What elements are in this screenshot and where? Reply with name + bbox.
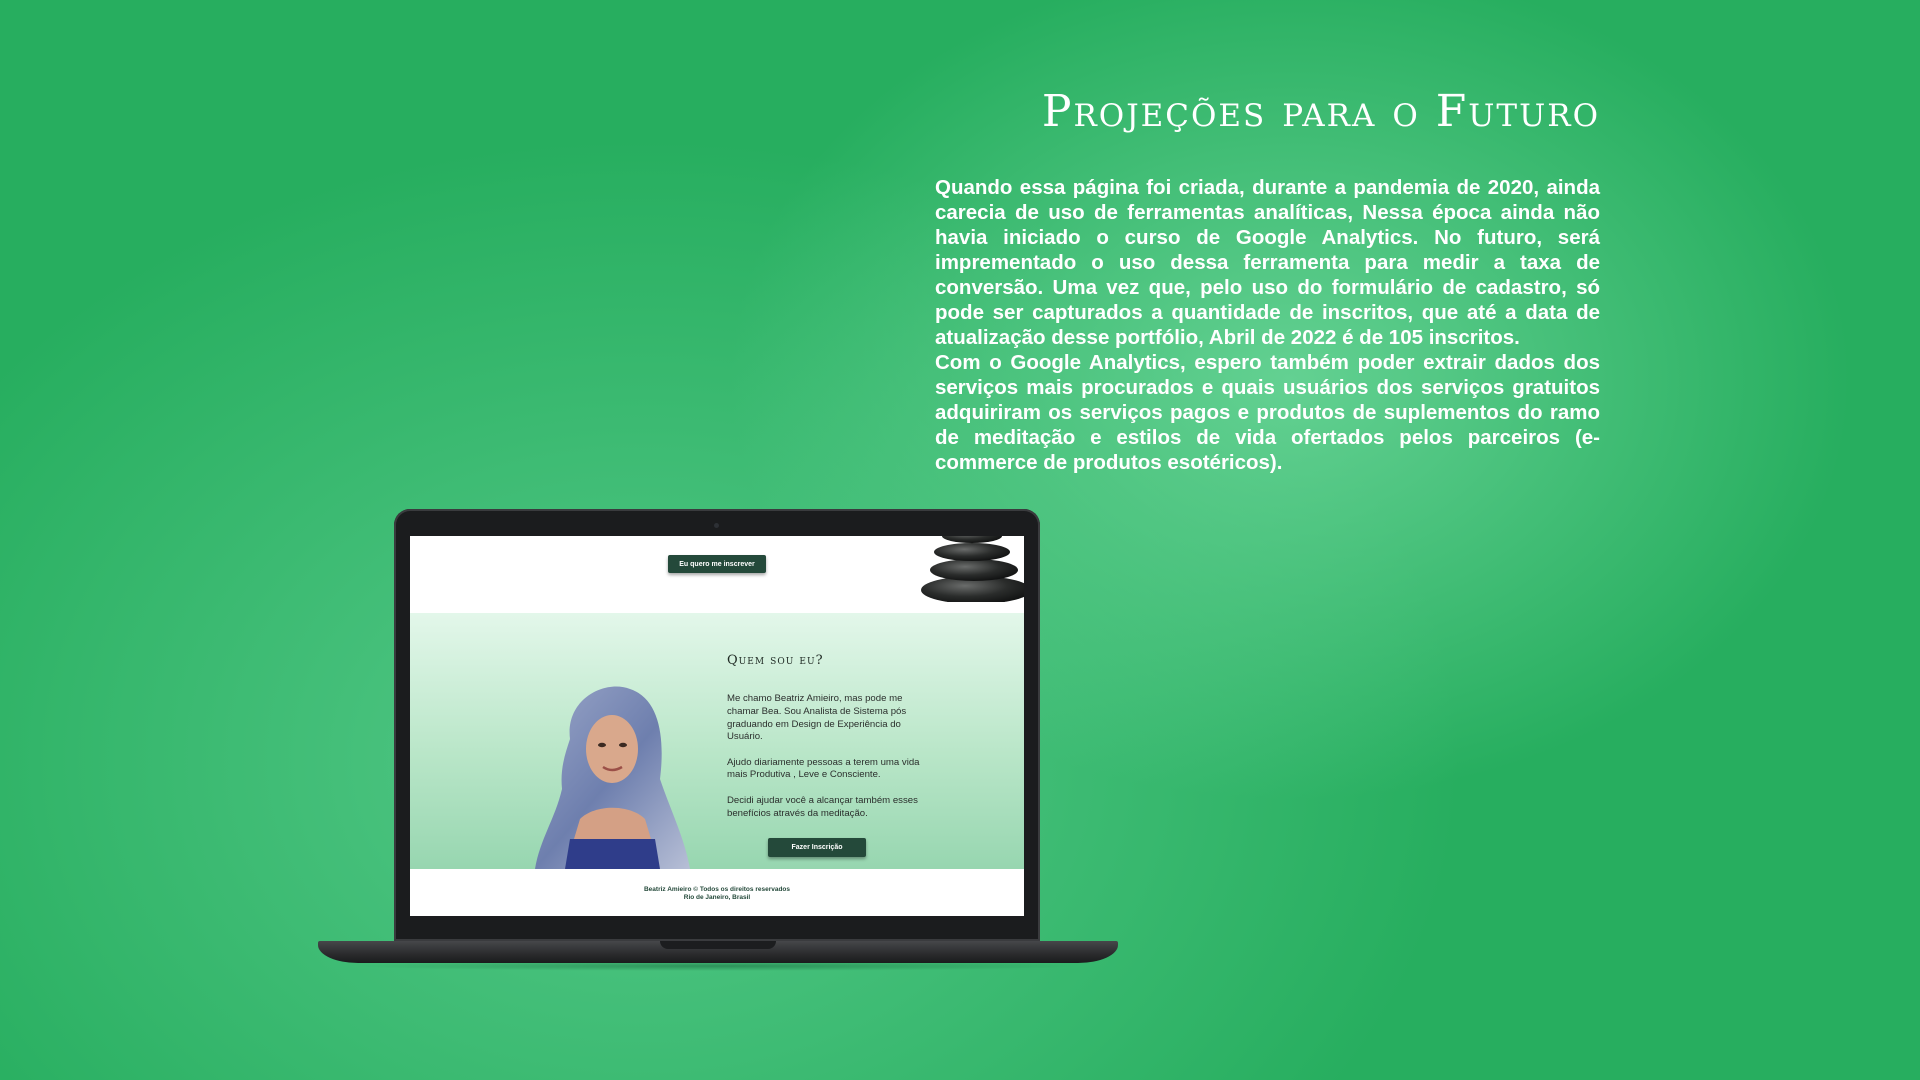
subscribe-button[interactable]: Eu quero me inscrever <box>668 555 766 573</box>
laptop-base-notch <box>660 941 776 949</box>
footer-copyright: Beatriz Amieiro © Todos os direitos rese… <box>643 886 791 893</box>
laptop-screen: Eu quero me inscrever Quem sou eu? Me ch… <box>410 536 1024 916</box>
description-paragraph-1: Quando essa página foi criada, durante a… <box>935 176 1600 349</box>
about-paragraph-1: Me chamo Beatriz Amieiro, mas pode me ch… <box>727 693 907 743</box>
laptop-mockup: Eu quero me inscrever Quem sou eu? Me ch… <box>318 509 1118 971</box>
camera-icon <box>714 523 719 528</box>
about-title: Quem sou eu? <box>727 653 824 668</box>
about-section: Quem sou eu? Me chamo Beatriz Amieiro, m… <box>410 613 1024 869</box>
stacked-stones-image <box>921 536 1024 602</box>
description-paragraph-2: Com o Google Analytics, espero também po… <box>935 351 1600 474</box>
footer-location: Rio de Janeiro, Brasil <box>683 894 751 901</box>
about-paragraph-3: Decidi ajudar você a alcançar também ess… <box>727 794 918 819</box>
landing-header-section: Eu quero me inscrever <box>410 536 1024 613</box>
about-text: Me chamo Beatriz Amieiro, mas pode me ch… <box>727 693 932 833</box>
page-title: Projeções para o Futuro <box>1041 86 1600 137</box>
signup-button[interactable]: Fazer Inscrição <box>768 838 866 857</box>
laptop-base <box>318 941 1118 963</box>
laptop-lid: Eu quero me inscrever Quem sou eu? Me ch… <box>394 509 1040 941</box>
description: Quando essa página foi criada, durante a… <box>935 175 1600 475</box>
landing-footer: Beatriz Amieiro © Todos os direitos rese… <box>410 869 1024 916</box>
about-paragraph-2: Ajudo diariamente pessoas a terem uma vi… <box>727 756 920 781</box>
portrait-photo <box>535 686 690 869</box>
